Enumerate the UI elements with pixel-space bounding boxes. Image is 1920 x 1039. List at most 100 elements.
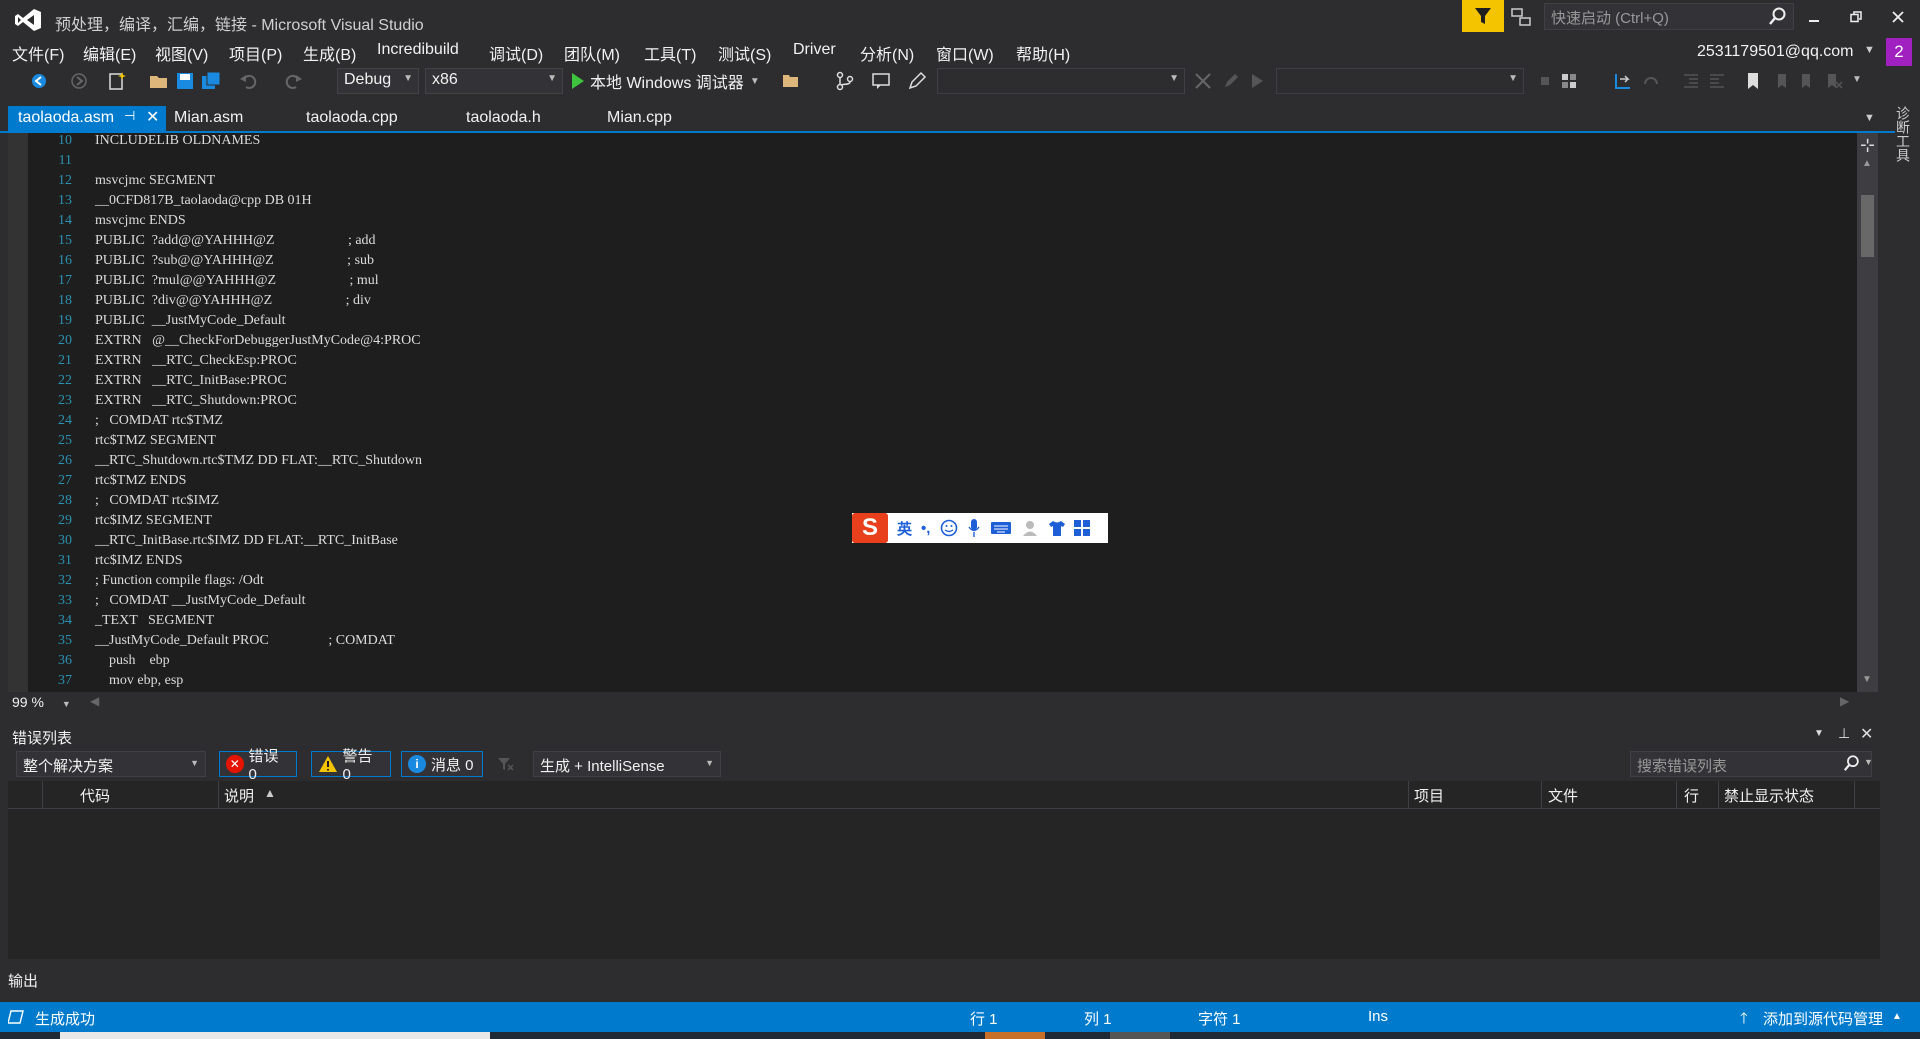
diagnostic-tools-side-tab[interactable]: 诊断工具	[1893, 106, 1913, 166]
menu-driver[interactable]: Driver	[793, 41, 836, 59]
bookmark-icon[interactable]	[1742, 70, 1764, 92]
menu-help[interactable]: 帮助(H)	[1016, 41, 1070, 65]
minimize-button[interactable]	[1796, 4, 1832, 30]
errors-filter-toggle[interactable]: ✕ 错误 0	[219, 748, 297, 783]
scroll-down-icon[interactable]: ▼	[1862, 674, 1872, 685]
column-description[interactable]: 说明	[224, 785, 254, 806]
code-line[interactable]: 19 PUBLIC __JustMyCode_Default	[0, 313, 1840, 333]
account-dropdown-icon[interactable]: ▼	[1864, 44, 1875, 56]
code-line[interactable]: 13 __0CFD817B_taolaoda@cpp DB 01H	[0, 193, 1840, 213]
pin-panel-icon[interactable]: ⊥	[1838, 725, 1850, 742]
open-folder-icon[interactable]	[148, 70, 170, 92]
code-line[interactable]: 31 rtc$IMZ ENDS	[0, 553, 1840, 573]
tab-overflow-icon[interactable]: ▼	[1864, 112, 1875, 124]
panel-options-icon[interactable]: ▼	[1814, 728, 1824, 739]
notification-filter-button[interactable]	[1462, 0, 1504, 32]
menu-debug[interactable]: 调试(D)	[489, 41, 543, 65]
ime-language-toggle[interactable]: 英	[897, 518, 912, 539]
code-line[interactable]: 21 EXTRN __RTC_CheckEsp:PROC	[0, 353, 1840, 373]
code-line[interactable]: 37 mov ebp, esp	[0, 673, 1840, 693]
menu-view[interactable]: 视图(V)	[155, 41, 208, 65]
redo-icon[interactable]	[282, 70, 304, 92]
code-line[interactable]: 16 PUBLIC ?sub@@YAHHH@Z ; sub	[0, 253, 1840, 273]
code-line[interactable]: 22 EXTRN __RTC_InitBase:PROC	[0, 373, 1840, 393]
close-panel-icon[interactable]: ✕	[1860, 724, 1873, 744]
menu-analyze[interactable]: 分析(N)	[860, 41, 914, 65]
code-line[interactable]: 20 EXTRN @__CheckForDebuggerJustMyCode@4:…	[0, 333, 1840, 353]
menu-incredibuild[interactable]: Incredibuild	[377, 41, 459, 59]
edit-icon[interactable]	[906, 70, 928, 92]
menu-edit[interactable]: 编辑(E)	[83, 41, 136, 65]
tab-taolaoda-h[interactable]: taolaoda.h	[456, 106, 551, 131]
scrollbar-thumb[interactable]	[1861, 195, 1874, 257]
pencil-icon[interactable]	[1220, 70, 1242, 92]
navigate-back-icon[interactable]	[28, 70, 50, 92]
save-icon[interactable]	[174, 70, 196, 92]
code-line[interactable]: 17 PUBLIC ?mul@@YAHHH@Z ; mul	[0, 273, 1840, 293]
close-window-button[interactable]	[1880, 4, 1916, 30]
indent-icon[interactable]	[1706, 70, 1728, 92]
search-icon[interactable]	[1843, 754, 1861, 772]
step-over-icon[interactable]	[1640, 70, 1662, 92]
menu-file[interactable]: 文件(F)	[12, 41, 64, 65]
code-line[interactable]: 35 __JustMyCode_Default PROC ; COMDAT	[0, 633, 1840, 653]
code-line[interactable]: 15 PUBLIC ?add@@YAHHH@Z ; add	[0, 233, 1840, 253]
scope-dropdown[interactable]: 整个解决方案 ▼	[16, 751, 206, 777]
toolbox-grid-icon[interactable]	[1073, 519, 1091, 537]
search-options-icon[interactable]: ▼	[1864, 757, 1873, 767]
platform-dropdown[interactable]: x86 ▼	[425, 68, 563, 94]
skin-shirt-icon[interactable]	[1047, 519, 1067, 537]
code-line[interactable]: 33 ; COMDAT __JustMyCode_Default	[0, 593, 1840, 613]
ime-punctuation-toggle[interactable]: •,	[921, 520, 930, 537]
add-to-source-control-button[interactable]: 添加到源代码管理	[1763, 1008, 1883, 1029]
source-dropdown[interactable]: 生成 + IntelliSense ▼	[533, 751, 721, 777]
code-line[interactable]: 14 msvcjmc ENDS	[0, 213, 1840, 233]
menu-test[interactable]: 测试(S)	[718, 41, 771, 65]
ime-toolbar[interactable]: S 英 •,	[852, 513, 1108, 543]
scroll-up-icon[interactable]: ▲	[1862, 158, 1872, 169]
split-editor-icon[interactable]: ⊹	[1860, 135, 1875, 156]
column-code[interactable]: 代码	[80, 785, 110, 806]
code-line[interactable]: 28 ; COMDAT rtc$IMZ	[0, 493, 1840, 513]
stop-icon[interactable]	[1534, 70, 1556, 92]
undo-icon[interactable]	[238, 70, 260, 92]
next-bookmark-icon[interactable]	[1796, 70, 1818, 92]
continue-icon[interactable]	[1246, 70, 1268, 92]
zoom-level-dropdown[interactable]: 99 % ▼	[12, 694, 71, 710]
column-line[interactable]: 行	[1684, 785, 1699, 806]
keyboard-icon[interactable]	[990, 520, 1012, 536]
code-line[interactable]: 26 __RTC_Shutdown.rtc$TMZ DD FLAT:__RTC_S…	[0, 453, 1840, 473]
previous-bookmark-icon[interactable]	[1770, 70, 1792, 92]
tab-mian-asm[interactable]: Mian.asm	[164, 106, 253, 131]
horizontal-scrollbar[interactable]	[8, 692, 1878, 712]
menu-tools[interactable]: 工具(T)	[644, 41, 696, 65]
browse-icon[interactable]	[780, 70, 802, 92]
close-tab-icon[interactable]: ✕	[146, 107, 159, 127]
account-name[interactable]: 2531179501@qq.com	[1697, 43, 1854, 61]
configuration-dropdown[interactable]: Debug ▼	[337, 68, 419, 94]
warnings-filter-toggle[interactable]: 警告 0	[311, 748, 391, 783]
menu-team[interactable]: 团队(M)	[564, 41, 620, 65]
code-line[interactable]: 36 push ebp	[0, 653, 1840, 673]
column-suppression-state[interactable]: 禁止显示状态	[1724, 785, 1814, 806]
search-icon[interactable]	[1768, 6, 1788, 26]
menu-build[interactable]: 生成(B)	[303, 41, 356, 65]
tab-taolaoda-asm[interactable]: taolaoda.asm ⊣ ✕	[8, 106, 166, 131]
code-line[interactable]: 32 ; Function compile flags: /Odt	[0, 573, 1840, 593]
quick-launch-input[interactable]: 快速启动 (Ctrl+Q)	[1544, 3, 1794, 30]
code-line[interactable]: 12 msvcjmc SEGMENT	[0, 173, 1840, 193]
step-into-icon[interactable]	[1612, 70, 1634, 92]
scroll-right-icon[interactable]: ▶	[1840, 694, 1849, 708]
save-all-icon[interactable]	[200, 70, 222, 92]
tab-taolaoda-cpp[interactable]: taolaoda.cpp	[296, 106, 408, 131]
new-project-icon[interactable]	[106, 70, 128, 92]
code-line[interactable]: 23 EXTRN __RTC_Shutdown:PROC	[0, 393, 1840, 413]
column-file[interactable]: 文件	[1548, 785, 1578, 806]
git-branch-icon[interactable]	[834, 70, 856, 92]
find-combo[interactable]: ▼	[937, 68, 1185, 94]
attach-icon[interactable]	[1192, 70, 1214, 92]
messages-filter-toggle[interactable]: i 消息 0	[401, 751, 483, 777]
notification-badge[interactable]: 2	[1886, 38, 1912, 66]
emoji-icon[interactable]	[940, 519, 958, 537]
user-icon[interactable]	[1021, 519, 1041, 537]
